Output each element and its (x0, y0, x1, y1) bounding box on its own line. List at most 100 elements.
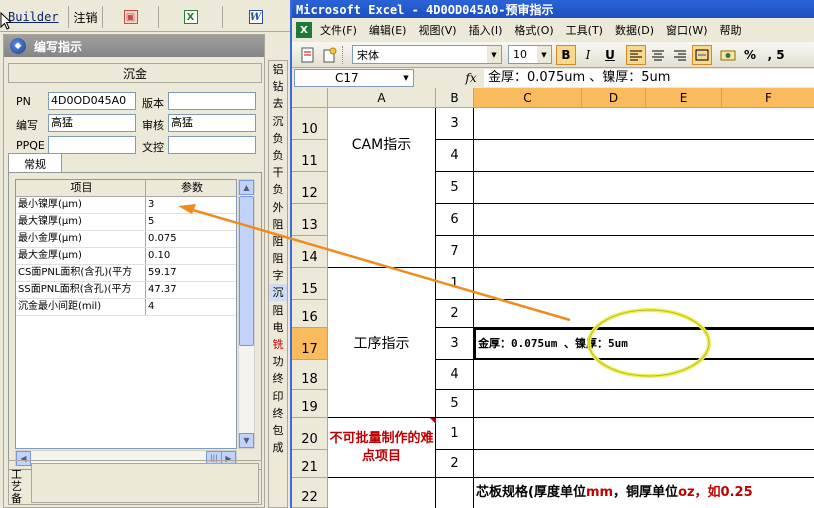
cell-b[interactable]: 7 (436, 236, 474, 268)
formula-input[interactable]: 金厚：0.075um 、镍厚：5um (484, 69, 814, 87)
italic-button[interactable]: I (578, 45, 598, 65)
row-header[interactable]: 14 (292, 236, 328, 268)
align-right-icon[interactable] (670, 45, 690, 65)
pn-field[interactable]: 4D0OD045A0 (48, 92, 136, 110)
cell-c13[interactable] (474, 204, 814, 236)
table-row[interactable]: 最小镍厚(μm) 3 (16, 197, 236, 214)
row-value[interactable]: 59.17 (146, 265, 236, 281)
docctrl-field[interactable] (168, 136, 256, 154)
row-header[interactable]: 13 (292, 204, 328, 236)
stage-process-instructions[interactable]: 工序指示 (328, 268, 436, 418)
word-button[interactable]: W (222, 6, 288, 28)
stage-difficult-items[interactable]: 不可批量制作的难点项目 (328, 418, 436, 478)
bold-button[interactable]: B (556, 44, 576, 65)
process-list-item[interactable]: 铣 (269, 336, 287, 354)
cell-c22[interactable]: 芯板规格(厚度单位mm，铜厚单位oz，如0.25 (474, 478, 814, 508)
process-list-item[interactable]: 负 (269, 147, 287, 165)
process-list-item[interactable]: 铝 (269, 61, 287, 79)
cell-b[interactable]: 5 (436, 390, 474, 418)
row-header[interactable]: 19 (292, 390, 328, 418)
cell-c16[interactable] (474, 300, 814, 328)
merge-center-icon[interactable] (692, 44, 712, 65)
process-list-item[interactable]: 外 (269, 199, 287, 216)
process-list-item[interactable]: 负 (269, 181, 287, 199)
menu-window[interactable]: 窗口(W) (660, 22, 713, 38)
name-box[interactable]: C17 ▼ (294, 69, 414, 87)
column-header-item[interactable]: 项目 (16, 180, 146, 196)
menu-insert[interactable]: 插入(I) (463, 22, 509, 38)
process-list-item[interactable]: 功 (269, 353, 287, 371)
cell-c21[interactable] (474, 450, 814, 478)
process-list-item[interactable]: 沉 (269, 113, 287, 130)
vertical-scrollbar[interactable]: ▲ ▼ (238, 179, 255, 449)
menu-file[interactable]: 文件(F) (314, 22, 363, 38)
powerpoint-button[interactable]: ▣ (102, 6, 158, 28)
excel-title-bar[interactable]: Microsoft Excel - 4D0OD045A0-预审指示 (292, 0, 814, 18)
row-header[interactable]: 21 (292, 450, 328, 478)
scroll-down-icon[interactable]: ▼ (239, 433, 254, 448)
new-document-icon[interactable] (298, 45, 318, 65)
row-header[interactable]: 11 (292, 140, 328, 172)
version-field[interactable] (168, 92, 256, 110)
column-header-c[interactable]: C (474, 88, 582, 108)
comma-style-button[interactable]: , 5 (762, 45, 790, 65)
row-value[interactable]: 5 (146, 214, 236, 230)
table-row[interactable]: SS面PNL面积(含孔)(平方 47.37 (16, 282, 236, 299)
row-value[interactable]: 47.37 (146, 282, 236, 298)
select-all-corner[interactable] (292, 88, 328, 108)
process-list-item-selected[interactable]: 沉 (269, 284, 287, 302)
row-header[interactable]: 12 (292, 172, 328, 204)
process-list-item[interactable]: 阻 (269, 302, 287, 319)
scroll-up-icon[interactable]: ▲ (239, 180, 254, 195)
ppqe-field[interactable] (48, 136, 136, 154)
cell-b[interactable]: 1 (436, 268, 474, 300)
row-header[interactable]: 10 (292, 108, 328, 140)
process-list-item[interactable]: 干 (269, 164, 287, 182)
author-field[interactable]: 高猛 (48, 114, 136, 132)
process-list-item[interactable]: 钻 (269, 78, 287, 96)
row-value[interactable]: 0.075 (146, 231, 236, 247)
cell-b[interactable]: 1 (436, 418, 474, 450)
cell-c11[interactable] (474, 140, 814, 172)
process-list-item[interactable]: 电 (269, 319, 287, 336)
menu-tools[interactable]: 工具(T) (560, 22, 609, 38)
row-header-selected[interactable]: 17 (292, 328, 328, 360)
tab-general[interactable]: 常规 (8, 153, 62, 173)
table-row[interactable]: 沉金最小间距(mil) 4 (16, 299, 236, 316)
percent-button[interactable]: % (740, 45, 760, 65)
cell-c18[interactable] (474, 360, 814, 390)
process-list-item[interactable]: 字 (269, 267, 287, 285)
underline-button[interactable]: U (600, 45, 620, 65)
menu-view[interactable]: 视图(V) (412, 22, 462, 38)
process-list-item[interactable]: 阻 (269, 233, 287, 251)
worksheet-grid[interactable]: A B C D E F 10 11 12 13 14 15 16 17 18 1… (292, 88, 814, 508)
open-document-icon[interactable] (320, 45, 340, 65)
cell-c20[interactable] (474, 418, 814, 450)
excel-button[interactable]: X (158, 6, 222, 28)
column-header-d[interactable]: D (582, 88, 646, 108)
cell-b[interactable]: 3 (436, 108, 474, 140)
process-list-item[interactable]: 阻 (269, 216, 287, 233)
table-row[interactable]: CS面PNL面积(含孔)(平方 59.17 (16, 265, 236, 282)
process-list-item[interactable]: 包 (269, 422, 287, 440)
cell-a22[interactable] (328, 478, 436, 508)
logout-button[interactable]: 注销 (68, 6, 102, 28)
comment-indicator-icon[interactable] (430, 418, 436, 424)
row-header[interactable]: 22 (292, 478, 328, 508)
process-list-item[interactable]: 负 (269, 130, 287, 147)
row-header[interactable]: 18 (292, 360, 328, 390)
cell-c15[interactable] (474, 268, 814, 300)
scroll-thumb[interactable] (239, 196, 254, 346)
cell-b[interactable]: 4 (436, 140, 474, 172)
row-header[interactable]: 16 (292, 300, 328, 328)
cell-b[interactable] (436, 478, 474, 508)
table-row[interactable]: 最大金厚(μm) 0.10 (16, 248, 236, 265)
column-header-f[interactable]: F (722, 88, 814, 108)
cell-b[interactable]: 2 (436, 450, 474, 478)
process-list-item[interactable]: 终 (269, 370, 287, 388)
stage-cam-instructions[interactable]: CAM指示 (328, 108, 436, 268)
column-header-value[interactable]: 参数 (146, 180, 236, 196)
row-header[interactable]: 20 (292, 418, 328, 450)
font-size-select[interactable]: 10 ▼ (508, 45, 552, 64)
column-header-b[interactable]: B (436, 88, 474, 108)
